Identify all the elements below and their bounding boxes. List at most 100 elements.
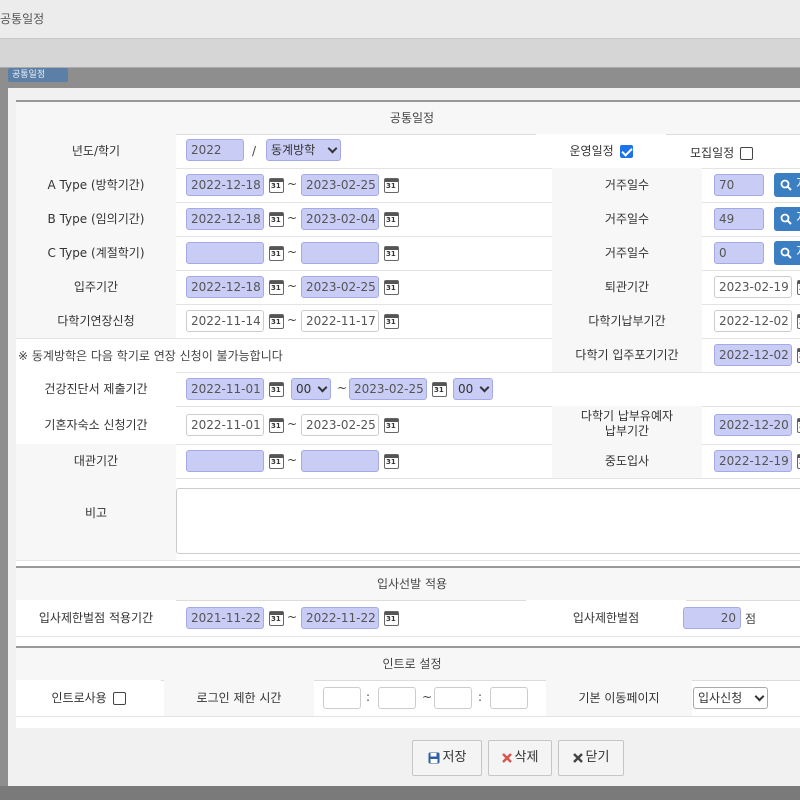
delete-button-label: 삭제 — [514, 750, 539, 765]
type-b-label: B Type (임의기간) — [16, 202, 176, 236]
health-start-hour: 00 — [296, 382, 312, 396]
calendar-icon[interactable] — [269, 280, 284, 295]
type-b-days-input[interactable]: 49 — [714, 208, 764, 230]
tilde: ~ — [287, 610, 298, 624]
health-end-date[interactable]: 2023-02-25 — [349, 378, 427, 400]
penalty-unit: 점 — [745, 612, 757, 626]
calendar-icon[interactable] — [269, 454, 284, 469]
login-end-hour[interactable] — [434, 687, 472, 709]
calendar-icon[interactable] — [269, 178, 284, 193]
background-toolbar — [0, 39, 800, 68]
login-end-minute[interactable] — [490, 687, 528, 709]
multi-semester-pay-date[interactable]: 2022-12-02 — [714, 310, 792, 332]
calendar-icon[interactable] — [269, 418, 284, 433]
giveup-period-date[interactable]: 2022-12-02 — [714, 344, 792, 366]
health-end-hour: 00 — [458, 382, 474, 396]
recruit-schedule-checkbox[interactable] — [740, 147, 753, 160]
close-button[interactable]: 닫기 — [558, 740, 624, 776]
type-c-days-label: 거주일수 — [552, 236, 702, 270]
calendar-icon[interactable] — [384, 611, 399, 626]
type-b-days-label: 거주일수 — [552, 202, 702, 236]
calendar-icon[interactable] — [384, 314, 399, 329]
type-c-search-button[interactable]: 지 — [774, 241, 800, 265]
type-c-end-date[interactable] — [301, 242, 379, 264]
type-c-start-date[interactable] — [186, 242, 264, 264]
save-button-label: 저장 — [442, 750, 467, 765]
type-b-end-date[interactable]: 2023-02-04 — [301, 208, 379, 230]
year-separator: / — [252, 144, 257, 158]
calendar-icon[interactable] — [384, 418, 399, 433]
row-health: 건강진단서 제출기간 2022-11-01 00 ~ 2023-02-25 00 — [16, 372, 800, 407]
midterm-entry-date[interactable]: 2022-12-19 — [714, 450, 792, 472]
married-start-date[interactable]: 2022-11-01 — [186, 414, 264, 436]
operation-schedule-checkbox[interactable] — [619, 145, 633, 158]
calendar-icon[interactable] — [269, 611, 284, 626]
remarks-textarea[interactable] — [176, 488, 800, 554]
extension-start-date[interactable]: 2022-11-14 — [186, 310, 264, 332]
health-start-date[interactable]: 2022-11-01 — [186, 378, 264, 400]
health-start-hour-select[interactable]: 00 — [291, 378, 331, 400]
deferral-date[interactable]: 2022-12-20 — [714, 414, 792, 436]
rental-end-date[interactable] — [301, 450, 379, 472]
row-notice: ※ 동계방학은 다음 학기로 연장 신청이 불가능합니다 다학기 입주포기기간 … — [16, 338, 800, 373]
login-start-minute[interactable] — [378, 687, 416, 709]
calendar-icon[interactable] — [269, 382, 284, 397]
type-a-search-button[interactable]: 지 — [774, 173, 800, 197]
search-button-label: 지 — [796, 211, 800, 226]
tilde: ~ — [287, 417, 298, 431]
type-b-start-date[interactable]: 2022-12-18 — [186, 208, 264, 230]
default-page-select[interactable]: 입사신청 — [693, 687, 768, 709]
midterm-entry-label: 중도입사 — [552, 444, 702, 478]
calendar-icon[interactable] — [384, 454, 399, 469]
move-in-end-date[interactable]: 2023-02-25 — [301, 276, 379, 298]
calendar-icon[interactable] — [432, 382, 447, 397]
penalty-end-date[interactable]: 2022-11-22 — [301, 607, 379, 629]
login-start-hour[interactable] — [323, 687, 361, 709]
semester-value: 동계방학 — [271, 143, 316, 157]
intro-use-checkbox[interactable] — [112, 692, 126, 705]
type-a-end-date[interactable]: 2023-02-25 — [301, 174, 379, 196]
default-page-value: 입사신청 — [698, 691, 743, 705]
background-tab: 공통일정 — [8, 68, 68, 82]
winter-extension-notice: ※ 동계방학은 다음 학기로 연장 신청이 불가능합니다 — [18, 349, 283, 363]
calendar-icon[interactable] — [269, 314, 284, 329]
schedule-form: 공통일정 년도/학기 2022 / 동계방학 운영일정 모집일정 A Type … — [16, 100, 800, 728]
operation-schedule-label: 운영일정 — [569, 144, 614, 158]
checkout-date[interactable]: 2023-02-19 — [714, 276, 792, 298]
time-colon: : — [478, 690, 483, 704]
married-end-date[interactable]: 2023-02-25 — [301, 414, 379, 436]
penalty-period-label: 입사제한벌점 적용기간 — [16, 600, 176, 636]
calendar-icon[interactable] — [384, 246, 399, 261]
close-button-label: 닫기 — [585, 750, 610, 765]
calendar-icon[interactable] — [384, 178, 399, 193]
save-button[interactable]: 저장 — [412, 740, 482, 776]
calendar-icon[interactable] — [269, 246, 284, 261]
deferral-label: 다학기 납부유예자 납부기간 — [552, 406, 702, 444]
tilde: ~ — [287, 177, 298, 191]
background-page-title: 공통일정 — [0, 12, 45, 26]
row-type-b: B Type (임의기간) 2022-12-18 ~ 2023-02-04 거주… — [16, 202, 800, 237]
type-a-label: A Type (방학기간) — [16, 168, 176, 202]
calendar-icon[interactable] — [384, 212, 399, 227]
row-intro: 인트로사용 로그인 제한 시간 : ~ : 기본 이동페이지 입사신청 — [16, 680, 800, 717]
type-a-start-date[interactable]: 2022-12-18 — [186, 174, 264, 196]
move-in-start-date[interactable]: 2022-12-18 — [186, 276, 264, 298]
row-penalty: 입사제한벌점 적용기간 2021-11-22 ~ 2022-11-22 입사제한… — [16, 600, 800, 637]
row-year-semester: 년도/학기 2022 / 동계방학 운영일정 모집일정 — [16, 134, 800, 169]
type-b-search-button[interactable]: 지 — [774, 207, 800, 231]
extension-end-date[interactable]: 2022-11-17 — [301, 310, 379, 332]
calendar-icon[interactable] — [269, 212, 284, 227]
year-input[interactable]: 2022 — [186, 139, 244, 161]
type-a-days-label: 거주일수 — [552, 168, 702, 202]
type-c-days-input[interactable]: 0 — [714, 242, 764, 264]
semester-select[interactable]: 동계방학 — [266, 139, 341, 161]
login-limit-label: 로그인 제한 시간 — [164, 680, 314, 716]
delete-button[interactable]: 삭제 — [488, 740, 552, 776]
type-a-days-input[interactable]: 70 — [714, 174, 764, 196]
rental-start-date[interactable] — [186, 450, 264, 472]
chevron-down-icon — [754, 691, 765, 702]
penalty-start-date[interactable]: 2021-11-22 — [186, 607, 264, 629]
health-end-hour-select[interactable]: 00 — [453, 378, 493, 400]
penalty-limit-input[interactable]: 20 — [683, 607, 741, 629]
calendar-icon[interactable] — [384, 280, 399, 295]
